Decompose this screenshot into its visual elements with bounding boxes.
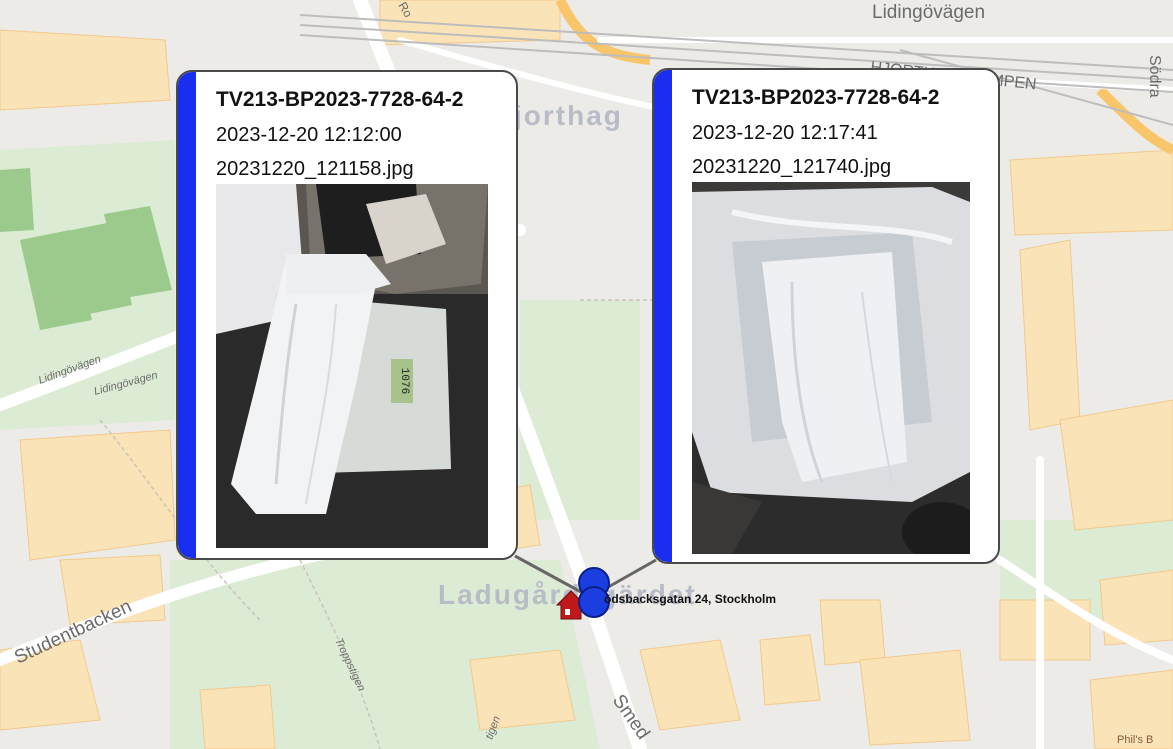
photo-popup[interactable]: TV213-BP2023-7728-64-2 2023-12-20 12:17:… [652,68,1000,564]
address-label: ödsbacksgatan 24, Stockholm [604,592,777,606]
evidence-photo[interactable]: 1076 [216,184,488,548]
popup-title: TV213-BP2023-7728-64-2 [692,86,940,109]
scale-reading: 1076 [398,368,410,394]
popup-title: TV213-BP2023-7728-64-2 [216,88,464,111]
evidence-photo[interactable] [692,182,970,554]
popup-timestamp: 2023-12-20 12:12:00 [216,124,402,146]
popup-filename: 20231220_121158.jpg [216,158,414,180]
popup-accent-bar [654,70,672,562]
popup-accent-bar [178,72,196,558]
popup-filename: 20231220_121740.jpg [692,156,892,178]
photo-popup[interactable]: TV213-BP2023-7728-64-2 2023-12-20 12:12:… [176,70,518,560]
street-label-sodra: Södra [1146,55,1163,98]
district-label-hjorthagen: jorthag [513,100,623,131]
street-label-lidingovagen-top: Lidingövägen [872,2,985,23]
poi-label: Phil's B [1117,734,1154,746]
popup-timestamp: 2023-12-20 12:17:41 [692,122,878,144]
